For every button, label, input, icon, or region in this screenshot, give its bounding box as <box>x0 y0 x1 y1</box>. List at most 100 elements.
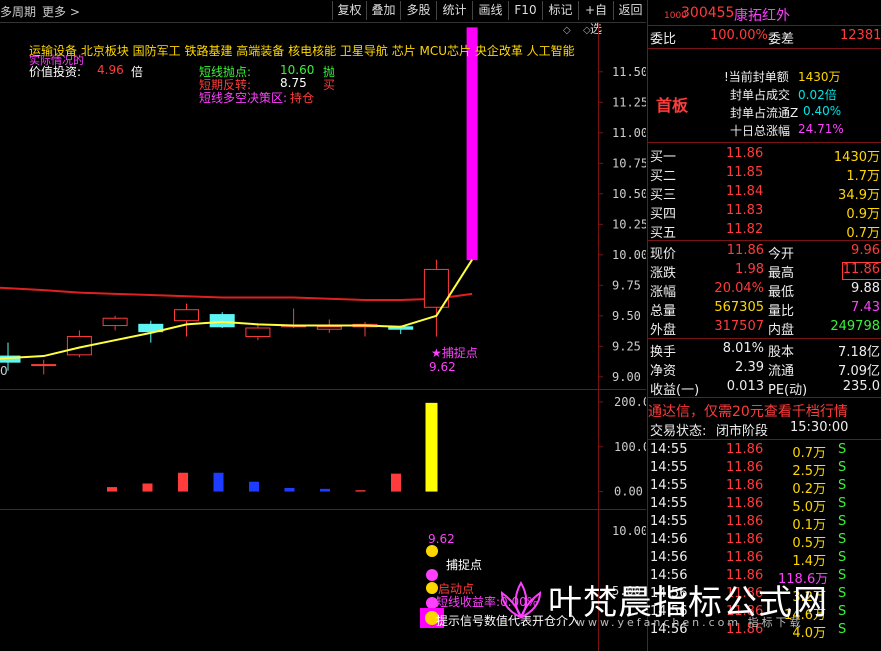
more-menu[interactable]: 更多 > <box>42 3 80 20</box>
seal-float-label: 封单占流通Z <box>730 106 799 120</box>
lower-catch-label: 捕捉点 <box>446 558 483 572</box>
bid-label: 买四 <box>650 207 677 222</box>
ad-banner[interactable]: 通达信，仅需20元查看千档行情 <box>648 401 881 420</box>
price-tick-label: 11.50 <box>612 65 646 79</box>
tick-time: 14:55 <box>650 496 688 511</box>
stat-row: 现价 11.86 今开 9.96 <box>648 243 881 262</box>
bid-volume: 1430万 <box>833 150 880 165</box>
fund-value: 235.0 <box>842 379 880 394</box>
bid-row[interactable]: 买四 11.83 0.9万 <box>648 203 881 222</box>
bid-row[interactable]: 买二 11.85 1.7万 <box>648 165 881 184</box>
tick-price: 11.86 <box>726 460 764 475</box>
tick-volume: 0.2万 <box>792 482 826 497</box>
volume-bar <box>425 402 438 492</box>
seal-deal-label: 封单占成交 <box>730 88 791 102</box>
short-reversal-signal: 买 <box>323 78 336 92</box>
stock-code: 300455 <box>681 5 735 21</box>
ten-day-label: 十日总涨幅 <box>730 124 791 138</box>
stat-value: 9.96 <box>851 243 880 258</box>
diamond-icon[interactable]: ◇ <box>583 25 591 36</box>
fund-label: 流通 <box>768 364 795 379</box>
stat-value: 11.86 <box>726 243 764 258</box>
tick-side: S <box>838 496 847 511</box>
tick-volume: 0.5万 <box>792 536 826 551</box>
volume-bar <box>320 488 330 492</box>
concept-tags: 运输设备 北京板块 国防军工 铁路基建 高端装备 核电核能 卫星导航 芯片 MC… <box>29 44 575 58</box>
fund-row: 换手 8.01% 股本 7.18亿 <box>648 341 881 360</box>
stat-value: 1.98 <box>735 262 764 277</box>
tick-price: 11.86 <box>726 442 764 457</box>
toolbar-button-2[interactable]: 多股 <box>400 1 436 20</box>
ma-red-line <box>0 286 473 301</box>
toolbar-button-8[interactable]: 返回 <box>613 1 647 20</box>
tick-side: S <box>838 514 847 529</box>
tick-time: 14:55 <box>650 514 688 529</box>
volume-bar <box>213 472 224 492</box>
tick-side: S <box>838 532 847 547</box>
ten-day: 24.71% <box>798 122 844 136</box>
tick-row: 14:55 11.86 0.1万 S <box>648 514 881 533</box>
toolbar-button-5[interactable]: F10 <box>508 1 542 20</box>
multi-period-menu[interactable]: 多周期 <box>0 3 36 20</box>
tick-row: 14:56 11.86 0.5万 S <box>648 532 881 551</box>
tick-volume: 1.4万 <box>792 554 826 569</box>
tick-side: S <box>838 550 847 565</box>
tick-price: 11.86 <box>726 496 764 511</box>
chart-area: 11.50 11.25 11.00 10.75 10.50 10.25 10.00 9.75 9… <box>0 23 646 651</box>
candle-body <box>31 364 57 367</box>
ratio-label: 委比 <box>650 32 677 47</box>
tick-side: S <box>838 478 847 493</box>
toolbar-button-3[interactable]: 统计 <box>436 1 472 20</box>
candle-body <box>245 327 271 338</box>
top-toolbar: 多周期 更多 > 复权 叠加 多股 统计 画线 F10 标记 +自选 返回 <box>0 0 647 36</box>
stat-value: 9.88 <box>851 281 880 296</box>
toolbar-button-0[interactable]: 复权 <box>332 1 366 20</box>
bid-volume: 34.9万 <box>838 188 880 203</box>
toolbar-button-7[interactable]: +自选 <box>578 1 613 36</box>
stock-name: 康拓红外 <box>734 8 790 24</box>
volume-bar <box>178 472 188 492</box>
catch-point-label: ★捕捉点 <box>431 346 478 360</box>
bid-price: 11.83 <box>726 203 764 218</box>
value-invest-label: 价值投资: <box>29 65 82 79</box>
toolbar-button-6[interactable]: 标记 <box>542 1 578 20</box>
signal-icon <box>426 569 438 581</box>
stat-value: 7.43 <box>851 300 880 315</box>
bid-row[interactable]: 买一 11.86 1430万 <box>648 146 881 165</box>
diamond-icon[interactable]: ◇ <box>563 25 571 36</box>
price-chart: 11.50 11.25 11.00 10.75 10.50 10.25 10.00 9.75 9… <box>0 27 646 628</box>
tick-row: 14:55 11.86 0.7万 S <box>648 442 881 461</box>
price-tick-label: 10.25 <box>612 217 646 231</box>
tick-side: S <box>838 442 847 457</box>
tick-side: S <box>838 622 847 637</box>
toolbar-button-4[interactable]: 画线 <box>472 1 508 20</box>
tick-volume: 0.7万 <box>792 446 826 461</box>
trade-status-label: 交易状态: <box>650 424 707 439</box>
bid-label: 买二 <box>650 169 677 184</box>
bid-volume: 1.7万 <box>846 169 880 184</box>
toolbar-button-1[interactable]: 叠加 <box>366 1 400 20</box>
stat-value: 20.04% <box>714 281 764 296</box>
bid-row[interactable]: 买三 11.84 34.9万 <box>648 184 881 203</box>
tick-row: 14:56 11.86 1.4万 S <box>648 550 881 569</box>
bid-label: 买三 <box>650 188 677 203</box>
tick-time: 14:55 <box>650 442 688 457</box>
tick-side: S <box>838 460 847 475</box>
volume-bar <box>355 490 366 492</box>
volume-bar <box>284 487 295 492</box>
tick-volume: 5.0万 <box>792 500 826 515</box>
seal-amount: 1430万 <box>798 70 841 84</box>
stat-row: 总量 567305 量比 7.43 <box>648 300 881 319</box>
bid-price: 11.84 <box>726 184 764 199</box>
lower-value: 9.62 <box>428 532 455 546</box>
tick-side: S <box>838 604 847 619</box>
tick-row: 14:55 11.86 2.5万 S <box>648 460 881 479</box>
bid-row[interactable]: 买五 11.82 0.7万 <box>648 222 881 241</box>
price-tick-label: 9.50 <box>612 309 641 323</box>
catch-point-value: 9.62 <box>429 360 456 374</box>
stat-label: 今开 <box>768 247 795 262</box>
bid-price: 11.86 <box>726 146 764 161</box>
seal-amount-label: !当前封单额 <box>724 70 789 84</box>
fund-value: 2.39 <box>735 360 764 375</box>
seal-float: 0.40% <box>803 104 842 118</box>
